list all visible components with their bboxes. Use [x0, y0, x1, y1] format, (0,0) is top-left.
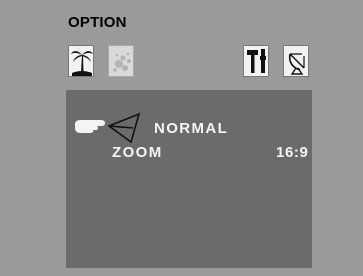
- osd-menu: OPTION NORMAL ZOOM 16:9: [0, 0, 363, 276]
- palm-tree-icon: [71, 48, 93, 76]
- zoom-label[interactable]: ZOOM: [112, 144, 163, 161]
- satellite-dish-icon: [288, 53, 305, 75]
- zoom-value[interactable]: 16:9: [276, 144, 308, 161]
- tab-channel[interactable]: [283, 45, 309, 77]
- tab-effects[interactable]: [108, 45, 134, 77]
- tab-picture[interactable]: [68, 45, 94, 77]
- option-panel: NORMAL ZOOM 16:9: [66, 90, 312, 268]
- pointing-hand-icon: [75, 112, 141, 144]
- tools-icon: [247, 49, 266, 73]
- tab-setup[interactable]: [243, 45, 269, 77]
- menu-title: OPTION: [68, 14, 127, 31]
- mode-value[interactable]: NORMAL: [154, 120, 228, 137]
- splatter-icon: [113, 52, 131, 72]
